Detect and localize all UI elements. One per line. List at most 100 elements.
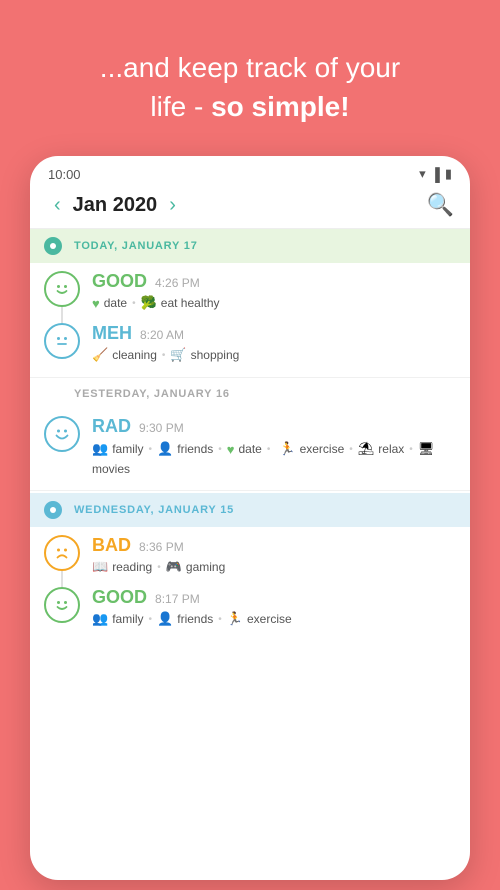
tag-icon-cleaning: 🧹 bbox=[92, 347, 108, 363]
entry-time-meh: 8:20 AM bbox=[140, 328, 184, 342]
entry-time-good-2: 8:17 PM bbox=[155, 592, 200, 606]
entry-mood-label-meh: MEH bbox=[92, 323, 132, 344]
tag-icon-friends: 👤 bbox=[157, 441, 173, 457]
entry-bad-1: BAD 8:36 PM 📖 reading • 🎮 gaming bbox=[44, 527, 456, 579]
next-month-button[interactable]: › bbox=[161, 194, 184, 217]
tag-icon-exercise2: 🏃 bbox=[227, 611, 243, 627]
today-label: TODAY, JANUARY 17 bbox=[74, 240, 198, 252]
tag-family: family bbox=[112, 442, 143, 456]
tag-icon-date: ♥ bbox=[92, 296, 100, 311]
entry-mood-label-rad: RAD bbox=[92, 416, 131, 437]
entry-mood-label-good-2: GOOD bbox=[92, 587, 147, 608]
day-section-wednesday: WEDNESDAY, JANUARY 15 BAD bbox=[30, 493, 470, 639]
search-button[interactable]: 🔍 bbox=[427, 192, 454, 218]
tag-separator-1: • bbox=[132, 298, 136, 309]
tag-exercise: exercise bbox=[300, 442, 345, 456]
entry-mood-label-bad: BAD bbox=[92, 535, 131, 556]
tag-icon-relax: ⛱ bbox=[358, 441, 375, 457]
entry-tags-bad: 📖 reading • 🎮 gaming bbox=[92, 559, 456, 575]
tag-friends: friends bbox=[177, 442, 213, 456]
tag-sep-f2: • bbox=[149, 614, 153, 625]
tag-relax: relax bbox=[378, 442, 404, 456]
day-header-yesterday: YESTERDAY, JANUARY 16 bbox=[30, 380, 470, 408]
status-icons: ▾ ▐ ▮ bbox=[419, 166, 452, 182]
tag-cleaning: cleaning bbox=[112, 348, 157, 362]
tag-icon-exercise: 🏃 bbox=[279, 441, 295, 457]
entry-content-meh-1: MEH 8:20 AM 🧹 cleaning • 🛒 shopping bbox=[92, 323, 456, 363]
entry-content-good-2: GOOD 8:17 PM 👥 family • 👤 friends • 🏃 ex… bbox=[92, 587, 456, 627]
entry-good-1: GOOD 4:26 PM ♥ date • 🥦 eat healthy bbox=[44, 263, 456, 315]
tag-sep-d: • bbox=[267, 444, 271, 455]
status-bar: 10:00 ▾ ▐ ▮ bbox=[30, 156, 470, 186]
mood-icon-good bbox=[44, 271, 80, 307]
hero-text-line1: ...and keep track of your bbox=[100, 52, 400, 83]
tag-sep-fr: • bbox=[218, 444, 222, 455]
entries-wednesday: BAD 8:36 PM 📖 reading • 🎮 gaming bbox=[30, 527, 470, 639]
current-month-label: Jan 2020 bbox=[73, 194, 158, 217]
wednesday-dot bbox=[44, 501, 62, 519]
yesterday-label: YESTERDAY, JANUARY 16 bbox=[74, 388, 230, 400]
today-dot bbox=[44, 237, 62, 255]
entry-tags-meh: 🧹 cleaning • 🛒 shopping bbox=[92, 347, 456, 363]
tag-sep-f: • bbox=[149, 444, 153, 455]
nav-center: ‹ Jan 2020 › bbox=[46, 194, 184, 217]
mood-icon-bad bbox=[44, 535, 80, 571]
tag-icon-gaming: 🎮 bbox=[166, 559, 182, 575]
day-section-yesterday: YESTERDAY, JANUARY 16 RAD bbox=[30, 380, 470, 488]
entry-content-bad-1: BAD 8:36 PM 📖 reading • 🎮 gaming bbox=[92, 535, 456, 575]
wednesday-label: WEDNESDAY, JANUARY 15 bbox=[74, 504, 234, 516]
tag-icon-shopping: 🛒 bbox=[170, 347, 186, 363]
tag-icon-family: 👥 bbox=[92, 441, 108, 457]
tag-icon-date2: ♥ bbox=[227, 442, 235, 457]
tag-separator-2: • bbox=[162, 350, 166, 361]
scroll-area[interactable]: TODAY, JANUARY 17 GOOD bbox=[30, 229, 470, 880]
tag-icon-healthy: 🥦 bbox=[141, 295, 157, 311]
hero-text-line2: life - so simple! bbox=[150, 91, 349, 122]
tag-icon-movies: 🖥 bbox=[418, 441, 435, 457]
mood-icon-good-2 bbox=[44, 587, 80, 623]
prev-month-button[interactable]: ‹ bbox=[46, 194, 69, 217]
tag-date: date bbox=[104, 296, 127, 310]
entry-mood-label-good: GOOD bbox=[92, 271, 147, 292]
entry-tags-good: ♥ date • 🥦 eat healthy bbox=[92, 295, 456, 311]
hero-section: ...and keep track of your life - so simp… bbox=[70, 0, 430, 156]
tag-sep-rd: • bbox=[157, 562, 161, 573]
signal-icon: ▐ bbox=[431, 167, 440, 182]
day-header-wednesday: WEDNESDAY, JANUARY 15 bbox=[30, 493, 470, 527]
tag-sep-r: • bbox=[409, 444, 413, 455]
entry-rad-1: RAD 9:30 PM 👥 family • 👤 friends • ♥ dat… bbox=[44, 408, 456, 480]
time-display: 10:00 bbox=[48, 167, 81, 182]
tag-sep-e: • bbox=[349, 444, 353, 455]
wifi-icon: ▾ bbox=[419, 166, 426, 182]
tag-sep-fr2: • bbox=[218, 614, 222, 625]
entry-time-good: 4:26 PM bbox=[155, 276, 200, 290]
tag-date2: date bbox=[239, 442, 262, 456]
entries-yesterday: RAD 9:30 PM 👥 family • 👤 friends • ♥ dat… bbox=[30, 408, 470, 488]
entry-time-rad: 9:30 PM bbox=[139, 421, 184, 435]
tag-gaming: gaming bbox=[186, 560, 225, 574]
entry-content-rad-1: RAD 9:30 PM 👥 family • 👤 friends • ♥ dat… bbox=[92, 416, 456, 476]
entry-time-bad: 8:36 PM bbox=[139, 540, 184, 554]
day-header-today: TODAY, JANUARY 17 bbox=[30, 229, 470, 263]
tag-shopping: shopping bbox=[191, 348, 240, 362]
tag-exercise2: exercise bbox=[247, 612, 292, 626]
day-section-today: TODAY, JANUARY 17 GOOD bbox=[30, 229, 470, 375]
tag-icon-family2: 👥 bbox=[92, 611, 108, 627]
nav-bar: ‹ Jan 2020 › 🔍 bbox=[30, 186, 470, 229]
entries-today: GOOD 4:26 PM ♥ date • 🥦 eat healthy bbox=[30, 263, 470, 375]
tag-family2: family bbox=[112, 612, 143, 626]
mood-icon-rad bbox=[44, 416, 80, 452]
tag-healthy: eat healthy bbox=[161, 296, 220, 310]
tag-friends2: friends bbox=[177, 612, 213, 626]
entry-content-good-1: GOOD 4:26 PM ♥ date • 🥦 eat healthy bbox=[92, 271, 456, 311]
entry-good-2: GOOD 8:17 PM 👥 family • 👤 friends • 🏃 ex… bbox=[44, 579, 456, 631]
entry-meh-1: MEH 8:20 AM 🧹 cleaning • 🛒 shopping bbox=[44, 315, 456, 367]
mood-icon-meh bbox=[44, 323, 80, 359]
battery-icon: ▮ bbox=[445, 166, 452, 182]
tag-icon-reading: 📖 bbox=[92, 559, 108, 575]
entry-tags-rad: 👥 family • 👤 friends • ♥ date • 🏃 exerci… bbox=[92, 440, 456, 476]
entry-tags-good-2: 👥 family • 👤 friends • 🏃 exercise bbox=[92, 611, 456, 627]
tag-icon-friends2: 👤 bbox=[157, 611, 173, 627]
phone-mockup: 10:00 ▾ ▐ ▮ ‹ Jan 2020 › 🔍 TODAY, JANUAR… bbox=[30, 156, 470, 880]
tag-reading: reading bbox=[112, 560, 152, 574]
